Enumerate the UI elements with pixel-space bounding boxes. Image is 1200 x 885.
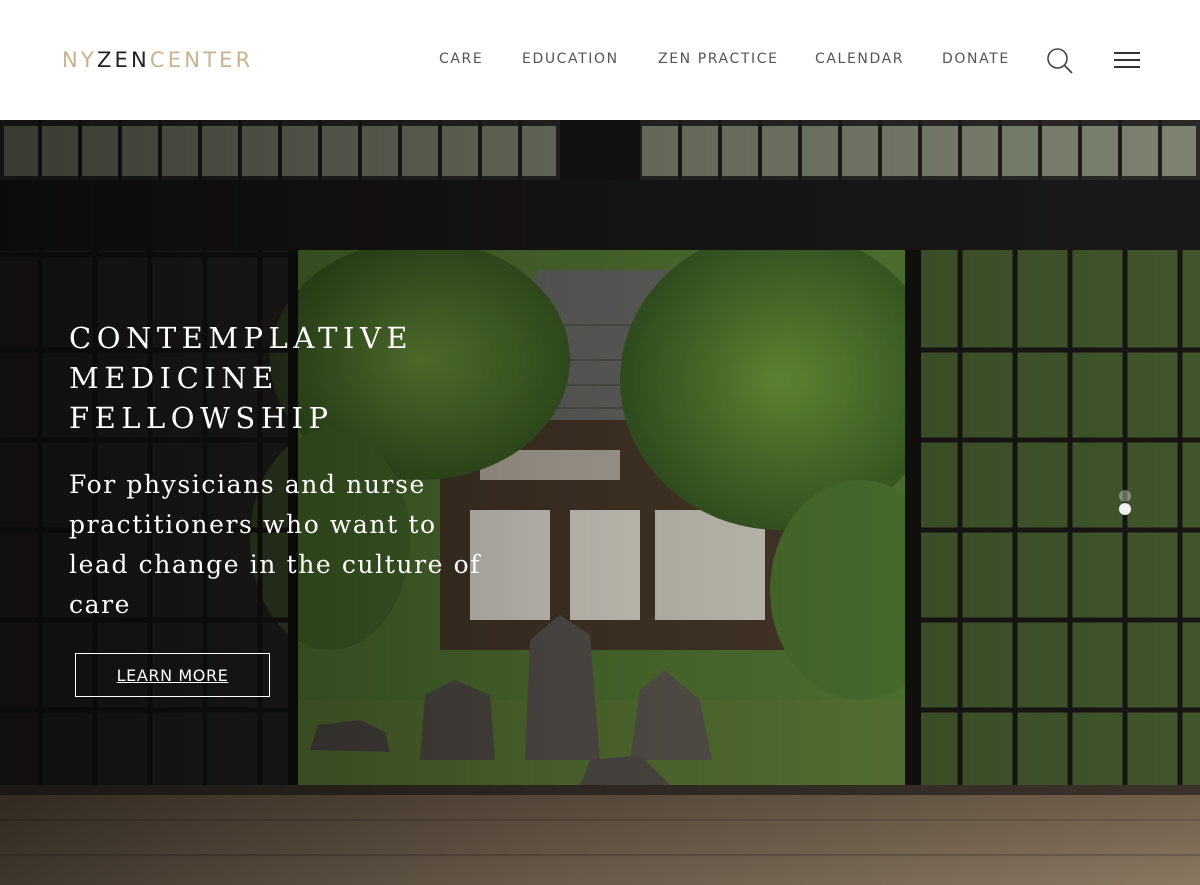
logo-zen: ZEN (96, 48, 150, 72)
slider-dot-2-active[interactable] (1119, 503, 1131, 515)
hero-banner: CONTEMPLATIVE MEDICINE FELLOWSHIP For ph… (0, 120, 1200, 885)
slider-dot-1[interactable] (1119, 490, 1131, 502)
hero-title-line-1: CONTEMPLATIVE (69, 321, 414, 355)
logo-center: CENTER (149, 48, 254, 72)
nav-item-care[interactable]: CARE (439, 51, 483, 67)
nav-item-zen-practice[interactable]: ZEN PRACTICE (658, 51, 779, 67)
hero-title-line-2: MEDICINE (69, 361, 279, 395)
logo-ny: NY (62, 48, 97, 72)
slider-dots (1119, 490, 1133, 520)
nav-item-calendar[interactable]: CALENDAR (815, 51, 904, 67)
nav-item-education[interactable]: EDUCATION (522, 51, 619, 67)
learn-more-button[interactable]: LEARN MORE (75, 653, 270, 697)
hamburger-menu-icon[interactable] (1114, 52, 1140, 70)
site-logo[interactable]: NYZENCENTER (62, 48, 253, 72)
site-header: NYZENCENTER CARE EDUCATION ZEN PRACTICE … (0, 0, 1200, 120)
hero-title: CONTEMPLATIVE MEDICINE FELLOWSHIP (69, 318, 529, 438)
search-icon[interactable] (1046, 47, 1074, 75)
hero-subtitle: For physicians and nurse practitioners w… (69, 470, 482, 619)
hero-title-line-3: FELLOWSHIP (69, 401, 334, 435)
nav-item-donate[interactable]: DONATE (942, 51, 1010, 67)
